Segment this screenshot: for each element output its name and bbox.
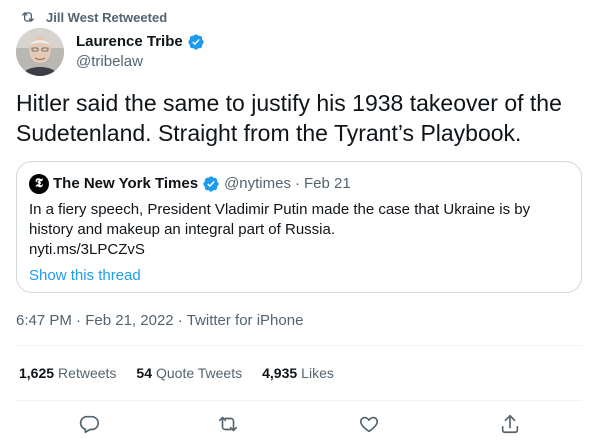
author-handle[interactable]: @tribelaw (76, 52, 205, 72)
like-icon[interactable] (358, 413, 382, 437)
tweet-text: Hitler said the same to justify his 1938… (16, 90, 562, 146)
retweeted-by-banner[interactable]: Jill West Retweeted (20, 8, 167, 26)
share-icon[interactable] (499, 413, 523, 437)
likes-stat[interactable]: 4,935 Likes (262, 363, 334, 383)
tweet-actions-bar (0, 410, 598, 440)
verified-badge-icon (198, 175, 224, 193)
divider (16, 345, 582, 346)
separator-dot: · (177, 312, 183, 329)
tweet-time[interactable]: 6:47 PM (16, 312, 72, 329)
quote-tweets-count: 54 (136, 365, 152, 381)
reply-icon[interactable] (78, 413, 102, 437)
retweets-count: 1,625 (19, 365, 55, 381)
verified-badge-icon (187, 33, 205, 51)
retweet-icon[interactable] (217, 413, 241, 437)
quote-tweets-stat[interactable]: 54 Quote Tweets (136, 363, 242, 383)
tweet-source[interactable]: Twitter for iPhone (187, 312, 304, 329)
quote-tweets-label: Quote Tweets (155, 365, 243, 381)
tweet-author: Laurence Tribe @tribelaw (16, 28, 205, 76)
quote-link[interactable]: nyti.ms/3LPCZvS (29, 240, 569, 260)
retweets-stat[interactable]: 1,625 Retweets (19, 363, 116, 383)
divider (16, 400, 582, 401)
separator-dot: · (294, 175, 300, 192)
tweet-timestamp: 6:47 PM · Feb 21, 2022 · Twitter for iPh… (16, 311, 303, 331)
avatar[interactable] (16, 28, 64, 76)
likes-count: 4,935 (262, 365, 298, 381)
show-thread-link[interactable]: Show this thread (29, 266, 569, 286)
quote-author-name[interactable]: The New York Times (53, 174, 198, 194)
retweet-icon (20, 9, 36, 25)
tweet-date[interactable]: Feb 21, 2022 (85, 312, 173, 329)
quote-text: In a fiery speech, President Vladimir Pu… (29, 201, 531, 238)
retweets-label: Retweets (58, 365, 117, 381)
author-name[interactable]: Laurence Tribe (76, 32, 183, 52)
quote-author-handle[interactable]: @nytimes (224, 174, 291, 194)
quote-date[interactable]: Feb 21 (304, 174, 351, 194)
separator-dot: · (76, 312, 82, 329)
engagement-stats: 1,625 Retweets 54 Quote Tweets 4,935 Lik… (19, 363, 334, 383)
likes-label: Likes (301, 365, 334, 381)
retweeted-by-text: Jill West Retweeted (46, 9, 168, 25)
nyt-logo-icon: 𝕿 (29, 174, 49, 194)
quoted-tweet-card[interactable]: 𝕿 The New York Times @nytimes · Feb 21 I… (16, 161, 582, 293)
